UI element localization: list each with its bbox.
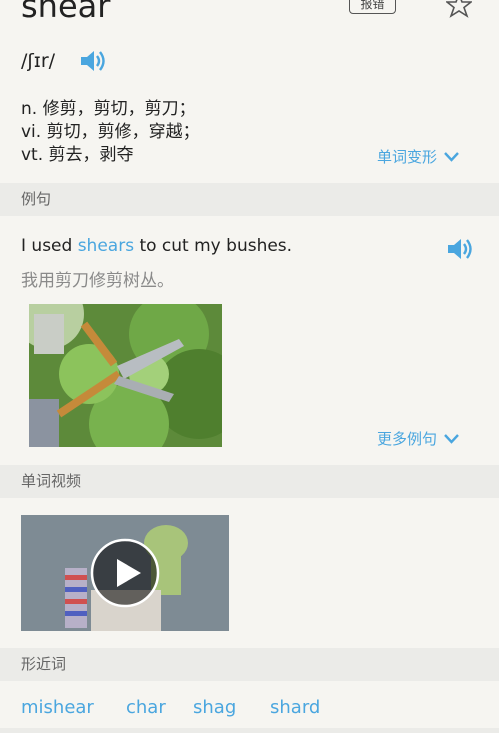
part-of-speech: vt. [21, 145, 44, 165]
definition-text: 剪切，剪修，穿越； [46, 122, 200, 142]
example-translation: 我用剪刀修剪树丛。 [21, 271, 174, 291]
definition-item: n. 修剪，剪切，剪刀； [21, 98, 200, 121]
part-of-speech: vi. [21, 122, 42, 142]
report-error-button[interactable]: 报错 [349, 0, 396, 14]
word-forms-label: 单词变形 [377, 148, 438, 166]
similar-word-link[interactable]: mishear [21, 697, 126, 718]
definition-text: 剪去，剥夺 [48, 145, 134, 165]
definition-item: vt. 剪去，剥夺 [21, 144, 200, 167]
similar-words-list: mishear char shag shard [21, 697, 491, 718]
definition-text: 修剪，剪切，剪刀； [42, 99, 196, 119]
divider [0, 728, 499, 733]
example-photo [29, 304, 222, 447]
example-text: to cut my bushes. [134, 236, 293, 256]
play-icon[interactable] [90, 538, 160, 608]
part-of-speech: n. [21, 99, 38, 119]
example-sentence: I used shears to cut my bushes. [21, 236, 292, 256]
speaker-icon[interactable] [79, 48, 107, 74]
example-text: I used [21, 236, 78, 256]
chevron-down-icon [444, 434, 459, 444]
similar-word-link[interactable]: shard [270, 697, 350, 718]
more-examples-label: 更多例句 [377, 430, 438, 448]
video-thumbnail[interactable] [21, 515, 229, 631]
phonetic: /ʃɪr/ [21, 50, 56, 72]
section-header-similar-words: 形近词 [0, 648, 499, 681]
definition-list: n. 修剪，剪切，剪刀； vi. 剪切，剪修，穿越； vt. 剪去，剥夺 [21, 98, 200, 167]
section-header-video: 单词视频 [0, 465, 499, 498]
word-forms-link[interactable]: 单词变形 [377, 146, 460, 167]
definition-item: vi. 剪切，剪修，穿越； [21, 121, 200, 144]
star-icon[interactable] [446, 0, 472, 18]
more-examples-link[interactable]: 更多例句 [377, 428, 460, 449]
similar-word-link[interactable]: char [126, 697, 193, 718]
speaker-icon[interactable] [446, 236, 474, 262]
chevron-down-icon [444, 152, 459, 162]
example-keyword: shears [77, 236, 135, 256]
section-header-examples: 例句 [0, 183, 499, 216]
word-title: shear [21, 0, 111, 25]
similar-word-link[interactable]: shag [193, 697, 270, 718]
